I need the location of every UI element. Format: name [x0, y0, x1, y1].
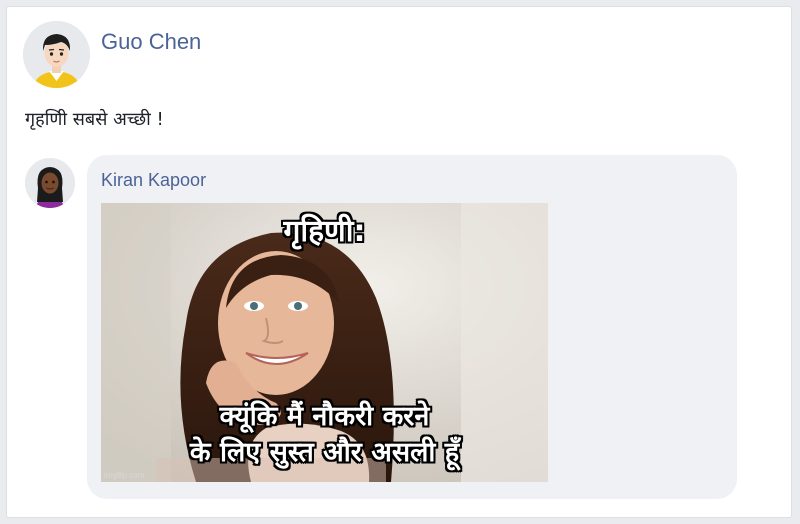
reply-author-name[interactable]: Kiran Kapoor — [101, 170, 206, 191]
imgflip-watermark: imgflip.com — [104, 471, 145, 480]
female-avatar-icon — [25, 158, 75, 208]
post-text: गृहणिी सबसे अच्छी ! — [25, 109, 164, 130]
post-author-name[interactable]: Guo Chen — [101, 29, 201, 55]
meme-top-caption: गृहिणी: — [283, 214, 366, 249]
author-avatar[interactable] — [23, 21, 90, 88]
meme-bottom-line-1: क्यूंकि मैं नौकरी करने — [219, 401, 430, 432]
reply-bubble: Kiran Kapoor गृहिणी: क्यूंकि मैं नौकरी क… — [87, 155, 737, 499]
post-card: Guo Chen गृहणिी सबसे अच्छी ! Kiran Kapoo… — [6, 6, 792, 518]
male-avatar-icon — [23, 21, 90, 88]
meme-image[interactable]: गृहिणी: क्यूंकि मैं नौकरी करने के लिए सु… — [101, 203, 548, 482]
meme-bottom-caption: क्यूंकि मैं नौकरी करने के लिए सुस्त और अ… — [101, 399, 548, 471]
reply-author-avatar[interactable] — [25, 158, 75, 208]
meme-bottom-line-2: के लिए सुस्त और असली हूँ — [189, 437, 460, 468]
